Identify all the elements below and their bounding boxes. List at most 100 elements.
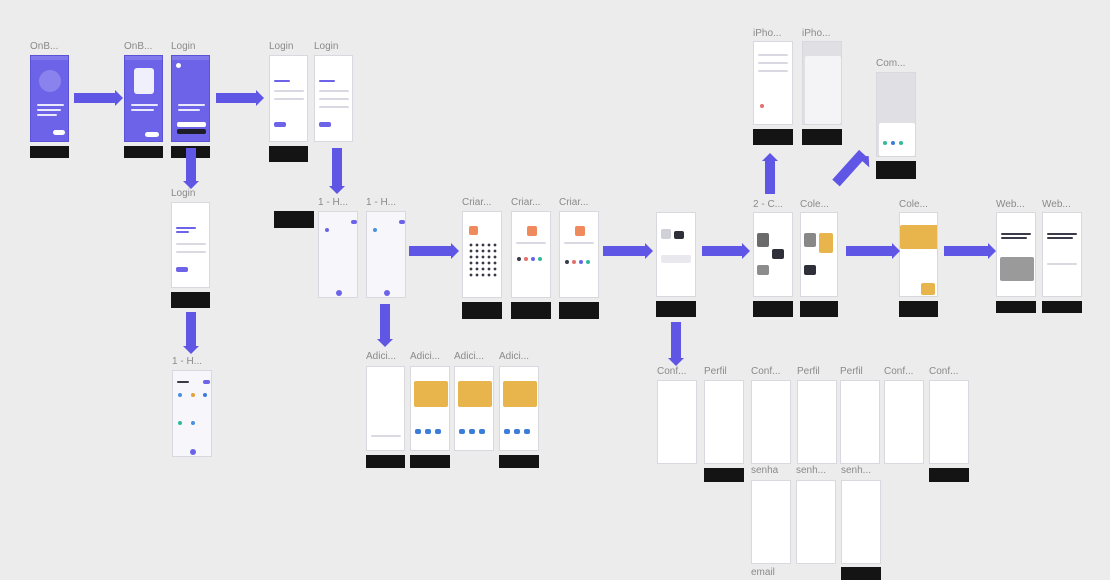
frame-label-senha-3[interactable]: senh... <box>841 465 871 477</box>
frame-label-cole-1[interactable]: Cole... <box>800 199 829 211</box>
frame-conf-2[interactable] <box>751 380 791 464</box>
arrow-body <box>380 304 390 339</box>
headline <box>37 104 64 106</box>
frame-label-onboarding-2[interactable]: OnB... <box>124 41 152 53</box>
frame-label-c2[interactable]: 2 - C... <box>753 199 783 211</box>
frame-label-web-2[interactable]: Web... <box>1042 199 1071 211</box>
onboarding-illustration <box>39 70 61 92</box>
frame-label-criar-2[interactable]: Criar... <box>511 197 540 209</box>
frame-label-criar-1[interactable]: Criar... <box>462 197 491 209</box>
field <box>274 98 304 100</box>
frame-conf-3[interactable] <box>884 380 924 464</box>
frame-senha-2[interactable] <box>796 480 836 564</box>
frame-home-b[interactable] <box>366 211 406 298</box>
item-icon <box>178 393 182 397</box>
arrow-head <box>668 358 684 366</box>
frame-cole-1[interactable] <box>800 212 838 297</box>
frame-label-home-b[interactable]: 1 - H... <box>366 197 396 209</box>
frame-criar-3[interactable] <box>559 211 599 298</box>
frame-label-login-4[interactable]: Login <box>171 188 195 200</box>
frame-adicionar-2[interactable] <box>410 366 450 451</box>
frame-label-login-1[interactable]: Login <box>171 41 195 53</box>
button <box>176 267 188 272</box>
frame-home-a[interactable] <box>318 211 358 298</box>
frame-criar-2[interactable] <box>511 211 551 298</box>
frame-label-adicionar-1[interactable]: Adici... <box>366 351 396 363</box>
note <box>929 468 969 482</box>
arrow-head <box>451 243 459 259</box>
arrow-body <box>603 246 645 256</box>
share-icon <box>899 141 903 145</box>
frame-label-home-c[interactable]: 1 - H... <box>172 356 202 368</box>
frame-adicionar-1[interactable] <box>366 366 405 451</box>
frame-label-criar-3[interactable]: Criar... <box>559 197 588 209</box>
frame-senha-3[interactable] <box>841 480 881 564</box>
frame-login-2[interactable] <box>269 55 308 142</box>
frame-login-4[interactable] <box>171 202 210 288</box>
frame-perfil-1[interactable] <box>704 380 744 464</box>
color-dot <box>538 257 542 261</box>
frame-login-3[interactable] <box>314 55 353 142</box>
frame-perfil-3[interactable] <box>840 380 880 464</box>
frame-label-perfil-1[interactable]: Perfil <box>704 366 727 378</box>
frame-conf-4[interactable] <box>929 380 969 464</box>
frame-label-conf-3[interactable]: Conf... <box>884 366 913 378</box>
frame-label-adicionar-3[interactable]: Adici... <box>454 351 484 363</box>
arrow-head <box>762 153 778 161</box>
frame-label-cole-2[interactable]: Cole... <box>899 199 928 211</box>
frame-label-web-1[interactable]: Web... <box>996 199 1025 211</box>
frame-conf-1[interactable] <box>657 380 697 464</box>
frame-label-login-2[interactable]: Login <box>269 41 293 53</box>
thumbnail <box>415 429 421 434</box>
reaction-icon <box>760 104 764 108</box>
arrow-head <box>645 243 653 259</box>
frame-label-home-a[interactable]: 1 - H... <box>318 197 348 209</box>
frame-onboarding-2[interactable] <box>124 55 163 142</box>
frame-label-email[interactable]: email <box>751 567 775 579</box>
color-dot <box>572 260 576 264</box>
frame-web-2[interactable] <box>1042 212 1082 297</box>
frame-iphone-1[interactable] <box>753 41 793 125</box>
frame-label-adicionar-2[interactable]: Adici... <box>410 351 440 363</box>
arrow-head <box>329 186 345 194</box>
frame-senha-1[interactable] <box>751 480 791 564</box>
signup-button <box>177 129 206 134</box>
frame-label-login-3[interactable]: Login <box>314 41 338 53</box>
frame-com[interactable] <box>876 72 916 157</box>
frame-label-iphone-2[interactable]: iPho... <box>802 28 830 40</box>
selected-icon <box>469 226 478 235</box>
frame-label-onboarding-1[interactable]: OnB... <box>30 41 58 53</box>
note <box>559 302 599 319</box>
onboarding-illustration <box>134 68 154 94</box>
frame-perfil-2[interactable] <box>797 380 837 464</box>
note <box>996 301 1036 313</box>
frame-label-perfil-2[interactable]: Perfil <box>797 366 820 378</box>
button <box>319 122 331 127</box>
frame-label-com[interactable]: Com... <box>876 58 905 70</box>
thumbnail <box>425 429 431 434</box>
frame-adicionar-3[interactable] <box>454 366 494 451</box>
frame-label-conf-4[interactable]: Conf... <box>929 366 958 378</box>
frame-home-c[interactable] <box>172 370 212 457</box>
title <box>1001 237 1027 239</box>
frame-login-1[interactable] <box>171 55 210 142</box>
frame-cole-2[interactable] <box>899 212 938 297</box>
frame-label-senha-1[interactable]: senha <box>751 465 778 477</box>
frame-web-1[interactable] <box>996 212 1036 297</box>
frame-criar-1[interactable] <box>462 211 502 298</box>
frame-iphone-2[interactable] <box>802 41 842 125</box>
frame-c2[interactable] <box>753 212 793 297</box>
frame-label-conf-1[interactable]: Conf... <box>657 366 686 378</box>
button <box>274 122 286 127</box>
frame-collection-middle[interactable] <box>656 212 696 297</box>
fab-button <box>190 449 196 455</box>
design-canvas[interactable]: OnB... OnB... Login Login Login Login 1 … <box>0 0 1110 580</box>
frame-label-perfil-3[interactable]: Perfil <box>840 366 863 378</box>
frame-onboarding-1[interactable] <box>30 55 69 142</box>
frame-label-conf-2[interactable]: Conf... <box>751 366 780 378</box>
frame-label-senha-2[interactable]: senh... <box>796 465 826 477</box>
frame-label-iphone-1[interactable]: iPho... <box>753 28 781 40</box>
list-line <box>758 70 788 72</box>
frame-label-adicionar-4[interactable]: Adici... <box>499 351 529 363</box>
frame-adicionar-4[interactable] <box>499 366 539 451</box>
